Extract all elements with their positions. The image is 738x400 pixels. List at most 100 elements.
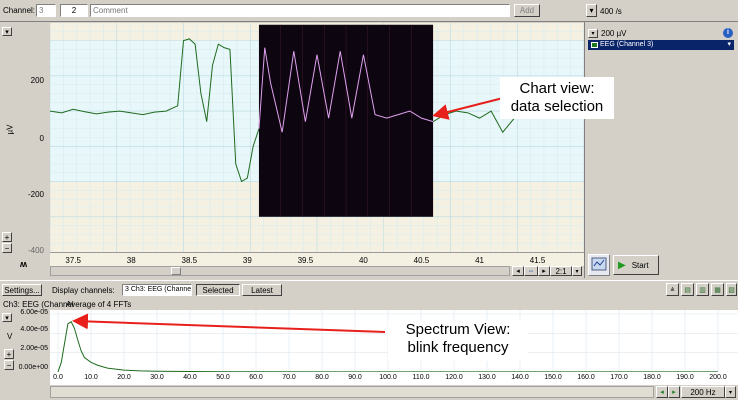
x-tick: 38 <box>126 256 136 265</box>
play-icon: ▶ <box>618 259 626 271</box>
channel-spinner[interactable]: 3 <box>36 4 56 17</box>
channel-selector[interactable]: EEG (Channel 3) ▾ <box>588 40 734 50</box>
start-button[interactable]: ▶ Start <box>613 255 659 275</box>
selected-button[interactable]: Selected <box>196 284 240 296</box>
x-tick: 41 <box>475 256 484 265</box>
rate-dropdown-button[interactable]: ▾ <box>586 4 597 17</box>
spectrum-average: Average of 4 FFTs <box>66 300 132 309</box>
zoom-dropdown-button[interactable]: ▾ <box>572 266 582 276</box>
x-tick: 39 <box>242 256 252 265</box>
spectrum-channel: Ch3: EEG (Channel <box>3 300 74 309</box>
lower-toolbar: Settings... Display channels: 3 Ch3: EEG… <box>0 280 738 298</box>
latest-button[interactable]: Latest <box>242 284 282 296</box>
x-tick: 40 <box>358 256 368 265</box>
view-icon-5[interactable]: ▧ <box>726 283 737 296</box>
x-tick: 39.5 <box>297 256 314 265</box>
add-comment-button[interactable]: Add <box>514 4 540 17</box>
channel-selector-label: EEG (Channel 3) <box>600 41 654 48</box>
scroll-marker-icon: ʍ <box>20 259 28 269</box>
right-panel: ▾ 200 µV i EEG (Channel 3) ▾ ▶ Start <box>584 22 738 278</box>
chart-plot[interactable] <box>50 23 584 252</box>
zoom-out-button[interactable]: ◂ <box>512 266 524 276</box>
x-tick: 37.5 <box>65 256 81 265</box>
comment-input[interactable] <box>90 4 510 17</box>
chart-scrollbar[interactable] <box>50 266 510 276</box>
spectrum-x-tick: 40.0 <box>183 374 197 381</box>
channel-number-field[interactable]: 2 <box>60 4 88 17</box>
scale-down-button[interactable]: − <box>2 243 12 253</box>
spectrum-scrollbar[interactable] <box>50 386 654 398</box>
callout-line: Spectrum View: <box>405 321 511 338</box>
spectrum-x-tick: 60.0 <box>249 374 263 381</box>
spectrum-y-tick: 6.00e-05 <box>20 309 48 316</box>
spectrum-zoom-in-button[interactable]: ▸ <box>668 386 680 398</box>
spectrum-x-tick: 110.0 <box>412 374 430 381</box>
x-tick: 41.5 <box>529 256 546 265</box>
chart-view-callout: Chart view: data selection <box>500 77 614 119</box>
spectrum-view-callout: Spectrum View: blink frequency <box>388 321 528 361</box>
spectrum-scale-up-button[interactable]: + <box>4 349 14 359</box>
top-toolbar: Channel: 3 2 Add ▾ 400 /s <box>0 0 738 22</box>
zoom-ratio-field[interactable]: 2:1 <box>550 266 572 276</box>
y-tick: 0 <box>39 134 44 143</box>
chart-x-axis: 37.5 38 38.5 39 39.5 40 40.5 41 41.5 <box>50 252 584 266</box>
sample-rate: 400 /s <box>600 7 622 16</box>
spectrum-x-tick: 190.0 <box>676 374 694 381</box>
spectrum-x-tick: 130.0 <box>478 374 496 381</box>
spectrum-x-tick: 140.0 <box>511 374 529 381</box>
spectrum-x-tick: 10.0 <box>84 374 98 381</box>
chevron-down-icon: ▾ <box>727 41 731 48</box>
x-tick: 38.5 <box>181 256 198 265</box>
spectrum-x-tick: 90.0 <box>348 374 362 381</box>
freq-readout[interactable]: 200 Hz <box>681 386 725 398</box>
view-icon-1[interactable]: ⩓ <box>666 283 679 296</box>
spectrum-x-tick: 100.0 <box>379 374 397 381</box>
start-label: Start <box>631 260 649 270</box>
spectrum-x-tick: 150.0 <box>544 374 562 381</box>
spectrum-x-tick: 0.0 <box>53 374 63 381</box>
spectrum-x-tick: 70.0 <box>282 374 296 381</box>
range-dropdown-button[interactable]: ▾ <box>588 29 598 38</box>
chart-menu-button[interactable]: ▾ <box>2 27 12 36</box>
info-icon[interactable]: i <box>723 28 733 38</box>
spectrum-x-tick: 200.0 <box>709 374 727 381</box>
spectrum-x-tick: 160.0 <box>577 374 595 381</box>
view-icon-2[interactable]: ▤ <box>681 283 694 296</box>
spectrum-x-axis: 0.0 10.0 20.0 30.0 40.0 50.0 60.0 70.0 80.0 90.0 1… <box>50 372 738 385</box>
spectrum-unit-label: V <box>7 332 13 341</box>
display-channels-select[interactable]: 3 Ch3: EEG (Channe <box>122 284 192 296</box>
display-channels-label: Display channels: <box>52 286 115 295</box>
view-icon-4[interactable]: ▦ <box>711 283 724 296</box>
callout-line: Chart view: <box>519 80 595 97</box>
range-value: 200 µV <box>601 29 627 38</box>
spectrum-x-tick: 120.0 <box>445 374 463 381</box>
spectrum-info-bar: Ch3: EEG (Channel Average of 4 FFTs <box>0 298 738 310</box>
zoom-fit-icon[interactable]: ⇔ <box>524 266 538 276</box>
spectrum-y-tick: 4.00e-05 <box>20 326 48 333</box>
data-selection <box>258 24 434 217</box>
channel-label: Channel: <box>3 6 36 15</box>
freq-dropdown-button[interactable]: ▾ <box>725 386 736 398</box>
start-control: ▶ Start <box>585 254 665 276</box>
callout-line: blink frequency <box>407 339 509 356</box>
y-tick: -200 <box>27 190 44 199</box>
y-tick: 200 <box>30 76 44 85</box>
recorder-icon[interactable] <box>588 254 610 276</box>
chart-unit-label: µV <box>5 124 15 135</box>
spectrum-x-tick: 20.0 <box>117 374 131 381</box>
spectrum-x-tick: 30.0 <box>150 374 164 381</box>
spectrum-scale-down-button[interactable]: − <box>4 360 14 370</box>
spectrum-x-tick: 170.0 <box>610 374 628 381</box>
scale-up-button[interactable]: + <box>2 232 12 242</box>
scrollbar-thumb[interactable] <box>171 267 181 275</box>
spectrum-x-tick: 180.0 <box>643 374 661 381</box>
spectrum-zoom-out-button[interactable]: ◂ <box>656 386 668 398</box>
channel-color-swatch <box>591 42 598 48</box>
view-icon-3[interactable]: ▥ <box>696 283 709 296</box>
settings-button[interactable]: Settings... <box>2 284 42 296</box>
x-tick: 40.5 <box>413 256 430 265</box>
spectrum-x-tick: 50.0 <box>216 374 230 381</box>
spectrum-x-tick: 80.0 <box>315 374 329 381</box>
callout-line: data selection <box>510 98 604 115</box>
zoom-in-button[interactable]: ▸ <box>538 266 550 276</box>
